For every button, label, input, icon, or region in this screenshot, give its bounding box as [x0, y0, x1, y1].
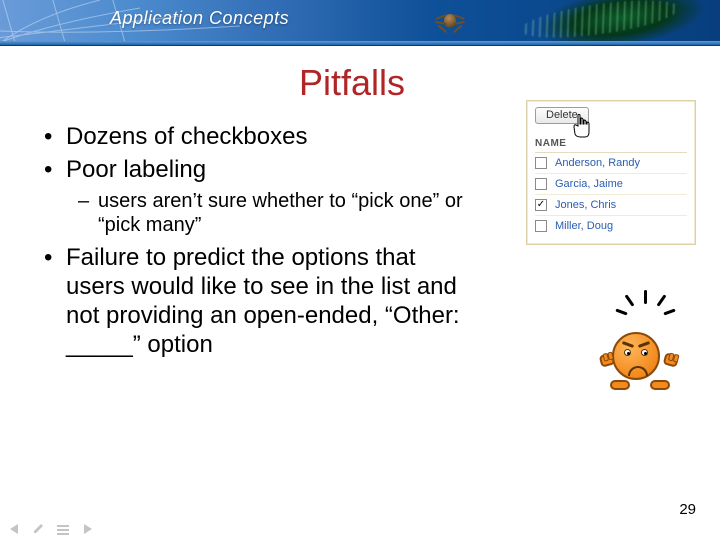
bullet-list: Dozens of checkboxes Poor labeling users… [44, 122, 474, 360]
row-name[interactable]: Miller, Doug [555, 220, 613, 232]
table-row: ✓ Jones, Chris [535, 195, 687, 216]
menu-icon [56, 523, 70, 535]
bullet-text: Dozens of checkboxes [66, 123, 307, 150]
checkbox[interactable] [535, 220, 547, 232]
table-row: Anderson, Randy [535, 153, 687, 174]
feather-graphic [487, 0, 712, 42]
checkbox[interactable] [535, 178, 547, 190]
sub-bullet-list: users aren’t sure whether to “pick one” … [78, 189, 474, 237]
bullet-item: Failure to predict the options that user… [44, 243, 474, 360]
nav-prev-button[interactable] [6, 522, 24, 536]
page-number: 29 [679, 501, 696, 518]
nav-next-button[interactable] [78, 522, 96, 536]
slide-nav [6, 522, 96, 536]
row-name[interactable]: Jones, Chris [555, 199, 616, 211]
checkbox[interactable]: ✓ [535, 199, 547, 211]
bullet-text: Poor labeling [66, 156, 206, 183]
header-banner: Application Concepts [0, 0, 720, 42]
bullet-item: Poor labeling users aren’t sure whether … [44, 155, 474, 236]
checkbox[interactable] [535, 157, 547, 169]
sub-bullet-text: users aren’t sure whether to “pick one” … [98, 190, 463, 236]
angry-face-graphic [600, 298, 680, 408]
bullet-item: Dozens of checkboxes [44, 122, 474, 151]
delete-button-label: Delete [546, 109, 578, 121]
row-name[interactable]: Anderson, Randy [555, 157, 640, 169]
arrow-right-icon [80, 523, 94, 535]
table-row: Garcia, Jaime [535, 174, 687, 195]
table-row: Miller, Doug [535, 216, 687, 236]
pen-icon [32, 523, 46, 535]
arrow-left-icon [8, 523, 22, 535]
bullet-text: Failure to predict the options that user… [66, 244, 460, 359]
banner-title: Application Concepts [110, 8, 289, 29]
sub-bullet-item: users aren’t sure whether to “pick one” … [78, 189, 474, 237]
nav-menu-button[interactable] [54, 522, 72, 536]
nav-pen-button[interactable] [30, 522, 48, 536]
spider-graphic [435, 6, 465, 36]
row-name[interactable]: Garcia, Jaime [555, 178, 623, 190]
delete-button[interactable]: Delete [535, 107, 589, 124]
banner-rule [0, 41, 720, 46]
slide-title: Pitfalls [14, 62, 690, 104]
column-header-name: NAME [535, 138, 687, 153]
banner-background [0, 0, 720, 42]
example-panel: Delete NAME Anderson, Randy Garcia, Jaim… [526, 100, 696, 245]
